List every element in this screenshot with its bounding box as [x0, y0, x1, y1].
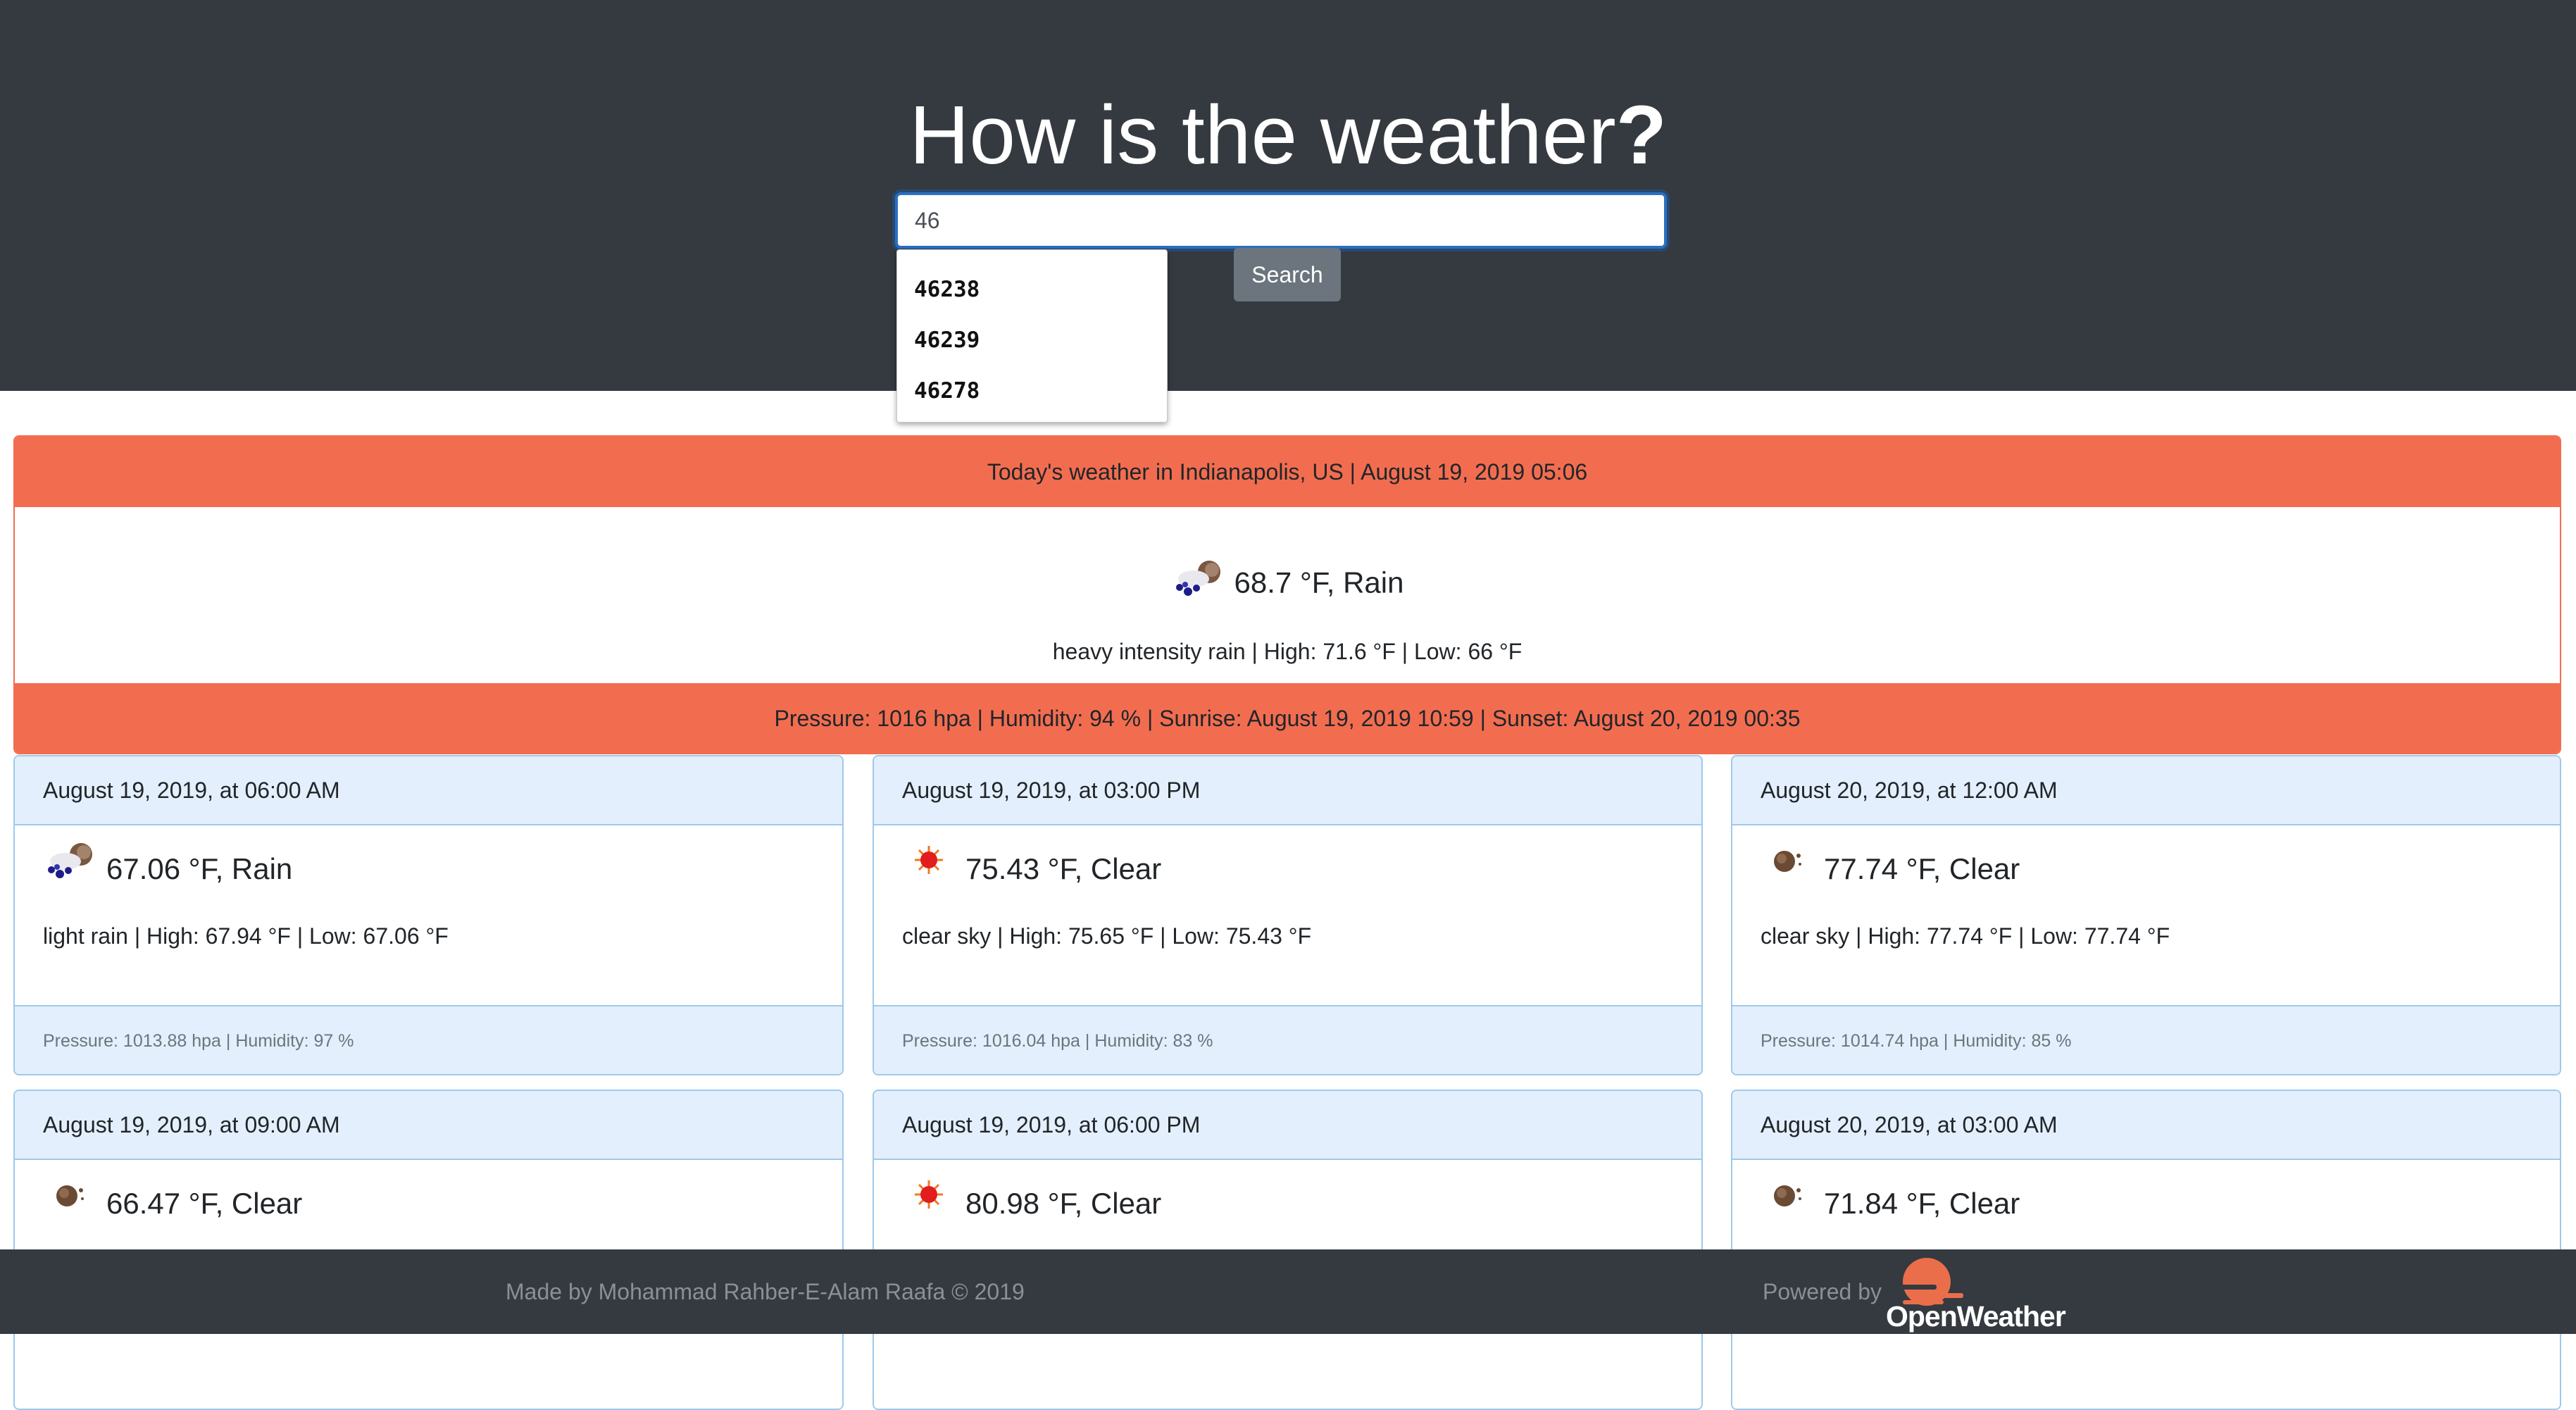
today-detail: heavy intensity rain | High: 71.6 °F | L…: [1052, 639, 1523, 664]
moon-icon: [43, 1173, 96, 1237]
forecast-summary-row: 71.84 °F, Clear: [1761, 1172, 2020, 1235]
forecast-summary-row: 75.43 °F, Clear: [902, 837, 1161, 901]
autocomplete-option[interactable]: 46278: [897, 368, 1167, 419]
page-title-question-mark: ?: [1615, 89, 1667, 182]
footer-credit: Made by Mohammad Rahber-E-Alam Raafa © 2…: [506, 1279, 1025, 1304]
forecast-detail: light rain | High: 67.94 °F | Low: 67.06…: [43, 923, 449, 949]
rain-cloud-icon: [43, 839, 96, 903]
openweather-sun-icon: [1896, 1258, 1963, 1306]
today-weather-card: Today's weather in Indianapolis, US | Au…: [13, 435, 2561, 754]
forecast-card: August 19, 2019, at 03:00 PM 75.43 °F, C…: [873, 755, 1703, 1075]
autocomplete-option[interactable]: 46238: [897, 267, 1167, 318]
rain-cloud-icon: [1171, 556, 1225, 613]
moon-icon: [1761, 839, 1814, 903]
openweather-logo-text: OpenWeather: [1886, 1300, 2066, 1333]
forecast-summary: 71.84 °F, Clear: [1824, 1187, 2020, 1220]
page-title-text: How is the weather: [909, 89, 1616, 182]
sun-icon: [902, 839, 956, 903]
autocomplete-option[interactable]: 46239: [897, 318, 1167, 368]
forecast-time: August 19, 2019, at 03:00 PM: [874, 756, 1701, 825]
forecast-card: August 20, 2019, at 12:00 AM 77.74 °F, C…: [1731, 755, 2561, 1075]
forecast-summary: 67.06 °F, Rain: [106, 852, 293, 885]
forecast-card: August 19, 2019, at 06:00 AM 67.06 °F, R…: [13, 755, 844, 1075]
forecast-summary-row: 67.06 °F, Rain: [43, 837, 292, 901]
autocomplete-dropdown: 46238 46239 46278: [896, 249, 1168, 423]
forecast-summary: 77.74 °F, Clear: [1824, 852, 2020, 885]
forecast-time: August 19, 2019, at 06:00 AM: [15, 756, 842, 825]
page-title: How is the weather?: [0, 86, 2576, 185]
search-button[interactable]: Search: [1234, 248, 1341, 301]
openweather-logo[interactable]: OpenWeather: [1886, 1256, 2072, 1333]
forecast-summary: 66.47 °F, Clear: [106, 1187, 303, 1220]
today-summary: 68.7 °F, Rain: [1234, 566, 1404, 599]
today-card-header: Today's weather in Indianapolis, US | Au…: [15, 437, 2560, 507]
forecast-footer: Pressure: 1014.74 hpa | Humidity: 85 %: [1732, 1005, 2560, 1074]
powered-by-label: Powered by: [1763, 1279, 1882, 1304]
today-card-footer: Pressure: 1016 hpa | Humidity: 94 % | Su…: [15, 683, 2560, 753]
sun-icon: [902, 1173, 956, 1237]
search-input[interactable]: [895, 192, 1667, 249]
forecast-summary-row: 77.74 °F, Clear: [1761, 837, 2020, 901]
page-footer: Made by Mohammad Rahber-E-Alam Raafa © 2…: [0, 1249, 2576, 1334]
today-card-body: 68.7 °F, Rain heavy intensity rain | Hig…: [15, 507, 2560, 683]
forecast-footer: Pressure: 1013.88 hpa | Humidity: 97 %: [15, 1005, 842, 1074]
forecast-summary-row: 66.47 °F, Clear: [43, 1172, 302, 1235]
forecast-summary: 75.43 °F, Clear: [965, 852, 1162, 885]
forecast-time: August 19, 2019, at 09:00 AM: [15, 1091, 842, 1160]
forecast-summary: 80.98 °F, Clear: [965, 1187, 1162, 1220]
forecast-summary-row: 80.98 °F, Clear: [902, 1172, 1161, 1235]
forecast-footer: Pressure: 1016.04 hpa | Humidity: 83 %: [874, 1005, 1701, 1074]
forecast-time: August 19, 2019, at 06:00 PM: [874, 1091, 1701, 1160]
moon-icon: [1761, 1173, 1814, 1237]
forecast-time: August 20, 2019, at 03:00 AM: [1732, 1091, 2560, 1160]
today-summary-row: 68.7 °F, Rain: [15, 556, 2560, 613]
forecast-time: August 20, 2019, at 12:00 AM: [1732, 756, 2560, 825]
forecast-detail: clear sky | High: 75.65 °F | Low: 75.43 …: [902, 923, 1312, 949]
hero-header: How is the weather? Search 46238 46239 4…: [0, 0, 2576, 423]
forecast-detail: clear sky | High: 77.74 °F | Low: 77.74 …: [1761, 923, 2170, 949]
